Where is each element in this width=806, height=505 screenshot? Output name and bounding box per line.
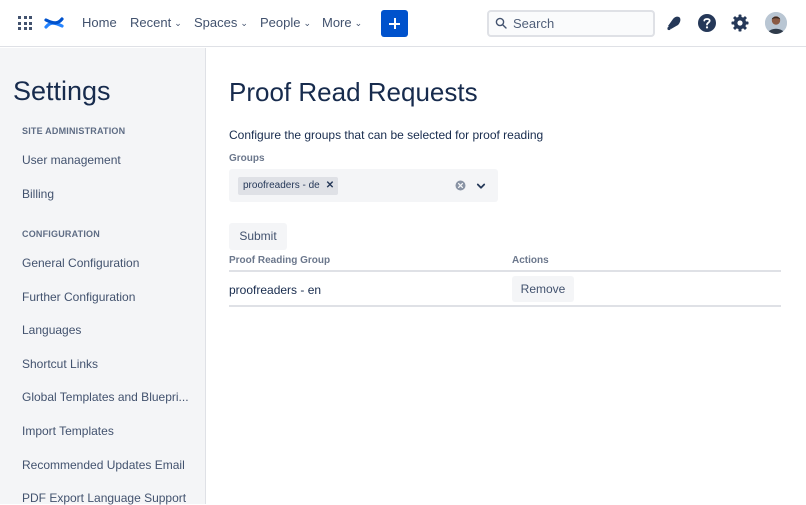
chevron-down-icon: ⌄ [303, 18, 312, 28]
sidebar-item-import-templates[interactable]: Import Templates [22, 424, 114, 438]
chevron-down-icon: ⌄ [240, 18, 248, 28]
sidebar-item-user-management[interactable]: User management [22, 153, 121, 167]
confluence-logo-icon[interactable] [44, 13, 64, 33]
groups-select[interactable]: proofreaders - de ✕ [229, 169, 498, 202]
nav-people-label: People [260, 15, 301, 30]
page-description: Configure the groups that can be selecte… [229, 128, 544, 142]
remove-tag-icon[interactable]: ✕ [326, 177, 334, 195]
sidebar-item-billing[interactable]: Billing [22, 187, 54, 201]
nav-recent[interactable]: Recent ⌄ [130, 15, 182, 31]
table-header-divider [229, 270, 781, 272]
nav-home[interactable]: Home [82, 15, 117, 31]
clear-icon[interactable] [455, 180, 466, 191]
nav-spaces[interactable]: Spaces ⌄ [194, 15, 248, 31]
notifications-icon[interactable] [664, 13, 684, 33]
group-tag-label: proofreaders - de [243, 180, 320, 191]
submit-button[interactable]: Submit [229, 223, 287, 250]
create-button[interactable] [381, 10, 408, 37]
page-title: Proof Read Requests [229, 77, 478, 107]
group-name-cell: proofreaders - en [229, 283, 322, 297]
chevron-down-icon[interactable] [476, 181, 486, 191]
nav-more-label: More [322, 15, 352, 30]
nav-spaces-label: Spaces [194, 15, 238, 30]
sidebar-item-recommended-updates-email[interactable]: Recommended Updates Email [22, 458, 185, 472]
search-placeholder: Search [513, 16, 555, 31]
search-icon [495, 17, 507, 29]
settings-icon[interactable] [730, 13, 750, 33]
sidebar-title: Settings [13, 76, 111, 106]
remove-button[interactable]: Remove [512, 276, 574, 302]
sidebar-item-languages[interactable]: Languages [22, 323, 81, 337]
sidebar-item-general-configuration[interactable]: General Configuration [22, 256, 139, 270]
settings-sidebar: Settings SITE ADMINISTRATION User manage… [0, 48, 206, 505]
sidebar-heading-site-administration: SITE ADMINISTRATION [22, 126, 126, 136]
sidebar-item-pdf-export-language-support[interactable]: PDF Export Language Support [22, 491, 186, 505]
table-row-divider [229, 305, 781, 307]
chevron-down-icon: ⌄ [354, 18, 363, 28]
nav-more[interactable]: More ⌄ [322, 15, 362, 31]
group-tag: proofreaders - de ✕ [238, 177, 339, 195]
search-input[interactable]: Search [487, 10, 655, 37]
column-header-group: Proof Reading Group [229, 255, 331, 266]
top-navigation: Home Recent ⌄ Spaces ⌄ People ⌄ More ⌄ Searc… [0, 0, 806, 47]
sidebar-heading-configuration: CONFIGURATION [22, 229, 100, 239]
help-icon[interactable] [697, 13, 717, 33]
nav-recent-label: Recent [130, 15, 172, 30]
sidebar-item-global-templates[interactable]: Global Templates and Bluepri... [22, 390, 189, 404]
avatar[interactable] [765, 12, 787, 34]
chevron-down-icon: ⌄ [174, 18, 182, 28]
nav-home-label: Home [82, 15, 117, 30]
column-header-actions: Actions [512, 255, 549, 266]
app-switcher-icon[interactable] [18, 16, 32, 30]
sidebar-item-further-configuration[interactable]: Further Configuration [22, 290, 135, 304]
groups-label: Groups [229, 153, 265, 164]
sidebar-item-shortcut-links[interactable]: Shortcut Links [22, 357, 98, 371]
nav-people[interactable]: People ⌄ [260, 15, 311, 31]
